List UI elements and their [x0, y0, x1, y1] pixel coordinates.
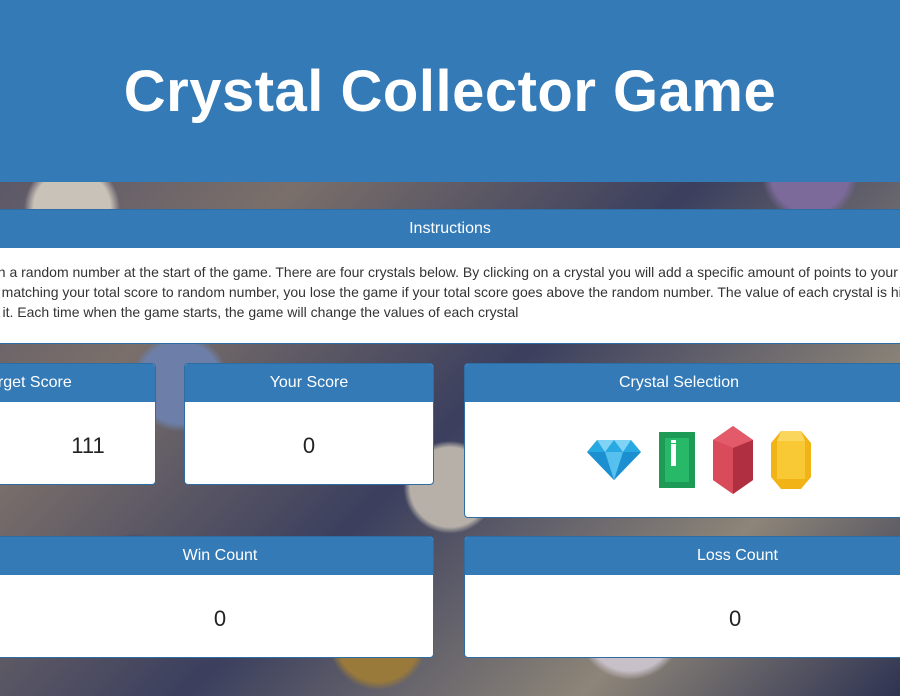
your-score-value: 0: [302, 433, 316, 458]
loss-count-panel: Loss Count 0: [464, 536, 900, 658]
red-ruby-icon[interactable]: [713, 425, 753, 494]
target-score-value: 111: [71, 433, 105, 458]
your-score-panel: Your Score 0: [184, 363, 434, 485]
instructions-line-1: ven a random number at the start of the …: [0, 264, 900, 280]
target-score-panel: arget Score 111: [0, 363, 156, 485]
instructions-line-2: by matching your total score to random n…: [0, 284, 900, 300]
crystal-selection-heading: Crystal Selection: [465, 364, 900, 402]
win-count-panel: Win Count 0: [0, 536, 434, 658]
instructions-heading: Instructions: [0, 210, 900, 248]
yellow-topaz-icon[interactable]: [771, 430, 811, 489]
instructions-line-3: on it. Each time when the game starts, t…: [0, 304, 519, 320]
target-score-heading: arget Score: [0, 364, 155, 402]
page-title: Crystal Collector Game: [123, 58, 777, 124]
instructions-body: ven a random number at the start of the …: [0, 248, 900, 322]
crystal-selection-panel: Crystal Selection: [464, 363, 900, 518]
crystal-row: [465, 402, 900, 517]
header-banner: Crystal Collector Game: [0, 0, 900, 182]
win-count-value: 0: [213, 606, 227, 631]
blue-diamond-icon[interactable]: [587, 439, 641, 480]
win-count-heading: Win Count: [0, 537, 433, 575]
your-score-heading: Your Score: [185, 364, 433, 402]
loss-count-heading: Loss Count: [465, 537, 900, 575]
loss-count-value: 0: [729, 606, 742, 631]
green-emerald-icon[interactable]: [659, 431, 695, 488]
instructions-panel: Instructions ven a random number at the …: [0, 209, 900, 344]
